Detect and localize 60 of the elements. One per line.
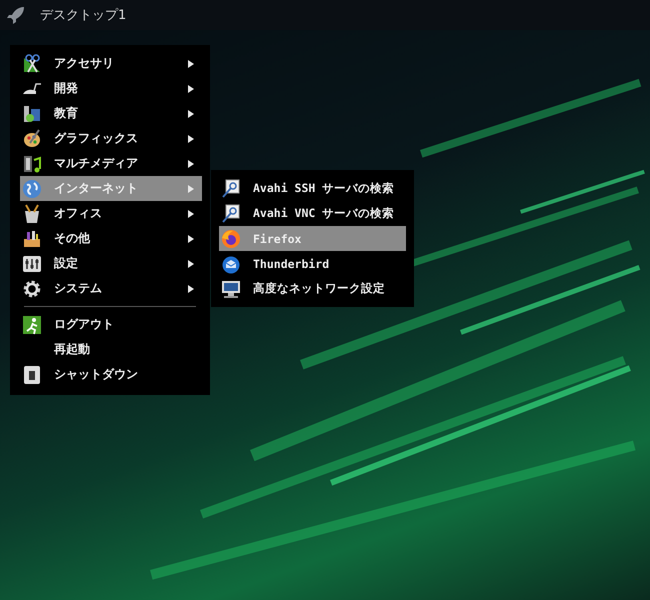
sliders-icon (22, 254, 42, 274)
submenu-arrow-icon (188, 110, 194, 118)
menu-item[interactable]: オフィス (20, 201, 202, 226)
menu-item[interactable]: ログアウト (20, 312, 202, 337)
menu-item-label: Avahi VNC サーバの検索 (253, 206, 396, 221)
menu-item[interactable]: Avahi VNC サーバの検索 (219, 201, 406, 226)
menu-item-label: 高度なネットワーク設定 (253, 281, 386, 296)
submenu-arrow-icon (188, 134, 194, 142)
submenu-arrow-icon (188, 84, 194, 92)
submenu-arrow-icon (188, 234, 194, 242)
menu-item-label: システム (54, 280, 103, 297)
menu-item-label: Avahi SSH サーバの検索 (253, 181, 396, 196)
menu-item[interactable]: Thunderbird (219, 251, 406, 276)
menu-item[interactable]: 再起動 (20, 337, 202, 362)
menu-item-label: 教育 (54, 105, 79, 122)
menu-item[interactable]: マルチメディア (20, 151, 202, 176)
menu-item[interactable]: その他 (20, 226, 202, 251)
tools-icon (22, 54, 42, 74)
menu-item-label: マルチメディア (54, 155, 139, 172)
key-search-icon (221, 178, 241, 198)
submenu-arrow-icon (188, 184, 194, 192)
rocket-icon[interactable] (6, 5, 26, 25)
menu-item-label: インターネット (54, 180, 139, 197)
box-icon (22, 228, 42, 248)
menu-item[interactable]: 教育 (20, 101, 202, 126)
brush-cup-icon (22, 204, 42, 224)
menu-item-label: 再起動 (54, 341, 91, 358)
key-search-icon (221, 204, 241, 224)
menu-item[interactable]: グラフィックス (20, 126, 202, 151)
menu-item-label: グラフィックス (54, 130, 139, 147)
menu-item-label: その他 (54, 230, 91, 247)
submenu-arrow-icon (188, 210, 194, 218)
menu-item-label: シャットダウン (54, 366, 139, 383)
switch-icon (22, 364, 42, 384)
exit-icon (22, 314, 42, 334)
bird-envelope-icon (221, 254, 241, 274)
submenu-arrow-icon (188, 60, 194, 68)
submenu-arrow-icon (188, 160, 194, 168)
film-music-icon (22, 154, 42, 174)
menu-item-label: アクセサリ (54, 55, 115, 72)
menu-item[interactable]: アクセサリ (20, 51, 202, 76)
menu-item[interactable]: Avahi SSH サーバの検索 (219, 176, 406, 201)
menu-item-label: Thunderbird (253, 256, 330, 270)
desktop-title[interactable]: デスクトップ1 (40, 6, 126, 24)
network-computer-icon (221, 278, 241, 298)
menu-item[interactable]: シャットダウン (20, 362, 202, 387)
submenu-arrow-icon (188, 260, 194, 268)
menu-item[interactable]: 開発 (20, 76, 202, 101)
globe-icon (22, 178, 42, 198)
menu-item-label: 開発 (54, 80, 79, 97)
menu-item[interactable]: 高度なネットワーク設定 (219, 276, 406, 301)
menu-item-label: 設定 (54, 255, 79, 272)
palette-icon (22, 128, 42, 148)
menu-item-label: ログアウト (54, 316, 115, 333)
menu-item-label: Firefox (253, 232, 302, 246)
gear-icon (22, 278, 42, 298)
submenu-arrow-icon (188, 284, 194, 292)
menu-item-label: オフィス (54, 205, 103, 222)
menu-item[interactable]: 設定 (20, 251, 202, 276)
menu-item[interactable]: システム (20, 276, 202, 301)
